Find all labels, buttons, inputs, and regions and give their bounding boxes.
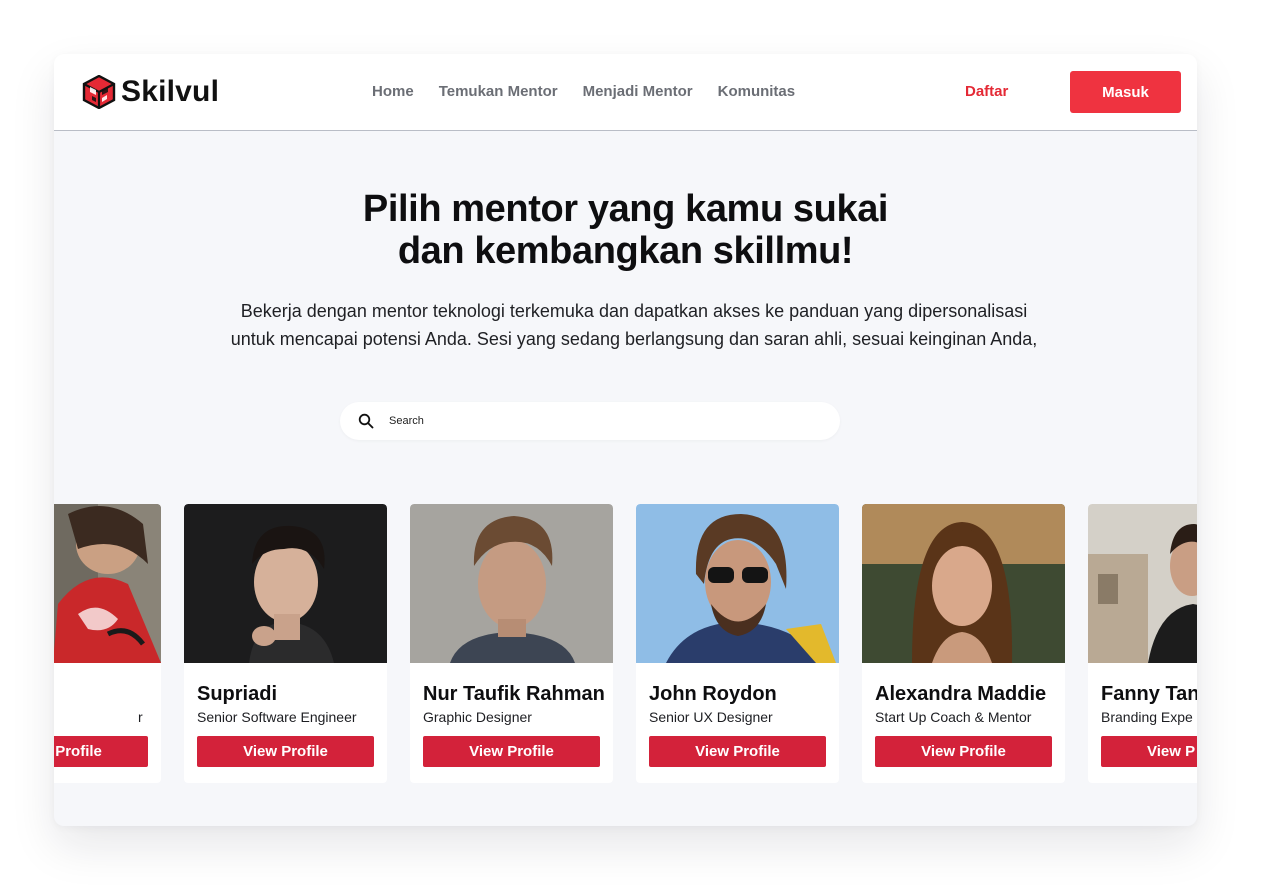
mentor-role: Branding Expe	[1101, 709, 1193, 725]
nav-link-become-mentor[interactable]: Menjadi Mentor	[583, 83, 693, 100]
nav-link-home[interactable]: Home	[372, 83, 414, 100]
view-profile-button[interactable]: View Profile	[54, 736, 148, 767]
brand-logo-link[interactable]: Skilvul	[82, 74, 219, 110]
search-bar[interactable]	[340, 402, 840, 440]
mentor-card: John Roydon Senior UX Designer View Prof…	[636, 504, 839, 783]
nav-link-community[interactable]: Komunitas	[718, 83, 796, 100]
mentor-role: Start Up Coach & Mentor	[875, 709, 1032, 725]
mentor-role: r	[138, 709, 143, 725]
view-profile-button[interactable]: View P	[1101, 736, 1197, 767]
brand-name: Skilvul	[121, 75, 220, 108]
view-profile-button[interactable]: View Profile	[649, 736, 826, 767]
mentor-carousel: r View Profile Supriadi Senior Software …	[54, 504, 1197, 783]
mentor-card: Nur Taufik Rahman Graphic Designer View …	[410, 504, 613, 783]
hero-title-line-2: dan kembangkan skillmu!	[397, 230, 854, 272]
nav-link-find-mentor[interactable]: Temukan Mentor	[439, 83, 558, 100]
mentor-card: Supriadi Senior Software Engineer View P…	[184, 504, 387, 783]
mentor-photo	[54, 504, 161, 663]
mentor-photo	[410, 504, 613, 663]
view-profile-button[interactable]: View Profile	[197, 736, 374, 767]
hero-title-line-1: Pilih mentor yang kamu sukai	[362, 188, 889, 230]
mentor-card: Fanny Tan Branding Expe View P	[1088, 504, 1197, 783]
register-link[interactable]: Daftar	[965, 83, 1008, 100]
mentor-card: Alexandra Maddie Start Up Coach & Mentor…	[862, 504, 1065, 783]
mentor-photo	[1088, 504, 1197, 663]
mentor-name: Nur Taufik Rahman	[423, 683, 605, 705]
hero-title: Pilih mentor yang kamu sukai dan kembang…	[54, 188, 1197, 272]
mentor-name: Fanny Tan	[1101, 683, 1197, 705]
view-profile-button[interactable]: View Profile	[423, 736, 600, 767]
mentor-name: Supriadi	[197, 683, 278, 705]
mentor-role: Senior Software Engineer	[197, 709, 357, 725]
mentor-photo	[636, 504, 839, 663]
mentor-role: Senior UX Designer	[649, 709, 773, 725]
login-button[interactable]: Masuk	[1070, 71, 1181, 113]
mentor-card: r View Profile	[54, 504, 161, 783]
mentor-photo	[862, 504, 1065, 663]
skilvul-logo-icon	[82, 75, 116, 109]
search-input[interactable]	[389, 406, 819, 436]
nav-links: Home Temukan Mentor Menjadi Mentor Komun…	[372, 83, 820, 100]
hero-subtitle-line-1: Bekerja dengan mentor teknologi terkemuk…	[240, 301, 1028, 321]
mentor-photo	[184, 504, 387, 663]
navbar: Skilvul Home Temukan Mentor Menjadi Ment…	[54, 54, 1197, 131]
app-window: Skilvul Home Temukan Mentor Menjadi Ment…	[54, 54, 1197, 826]
hero-subtitle: Bekerja dengan mentor teknologi terkemuk…	[154, 297, 1114, 353]
mentor-name: Alexandra Maddie	[875, 683, 1047, 705]
mentor-name: John Roydon	[649, 683, 777, 705]
view-profile-button[interactable]: View Profile	[875, 736, 1052, 767]
mentor-role: Graphic Designer	[423, 709, 532, 725]
hero-subtitle-line-2: untuk mencapai potensi Anda. Sesi yang s…	[230, 329, 1038, 349]
search-icon	[358, 413, 374, 429]
